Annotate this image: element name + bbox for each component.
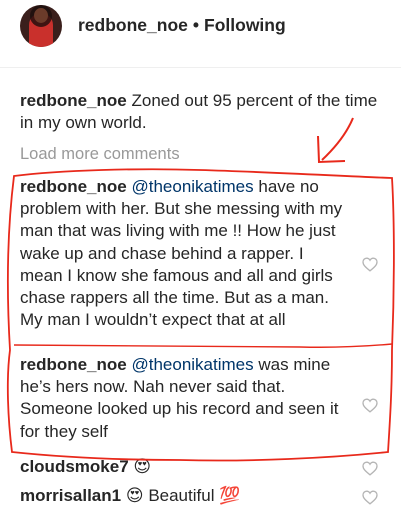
comment-username[interactable]: cloudsmoke7 (20, 457, 129, 476)
comment-item: redbone_noe @theonikatimes was mine he’s… (20, 354, 350, 443)
load-more-comments-link[interactable]: Load more comments (20, 145, 180, 164)
comment-mention[interactable]: @theonikatimes (131, 355, 253, 374)
emoji-heart-eyes: 😍 (133, 457, 152, 476)
annotation-arrow-head (317, 135, 346, 164)
post-caption: redbone_noe Zoned out 95 percent of the … (20, 90, 380, 134)
header-username[interactable]: redbone_noe (78, 15, 188, 35)
follow-status[interactable]: Following (204, 15, 286, 35)
comment-username[interactable]: redbone_noe (20, 355, 127, 374)
comment-item: cloudsmoke7 😍 (20, 456, 350, 478)
annotation-divider (13, 343, 393, 348)
heart-icon[interactable] (362, 490, 378, 505)
heart-icon[interactable] (362, 257, 378, 272)
post-header: redbone_noe • Following (0, 0, 401, 68)
comment-username[interactable]: redbone_noe (20, 177, 127, 196)
header-separator: • (192, 15, 200, 35)
comment-mention[interactable]: @theonikatimes (131, 177, 253, 196)
heart-icon[interactable] (362, 398, 378, 413)
emoji-hundred: 💯 (219, 486, 241, 505)
comment-username[interactable]: morrisallan1 (20, 486, 121, 505)
caption-username[interactable]: redbone_noe (20, 91, 127, 110)
header-text: redbone_noe • Following (78, 15, 286, 36)
profile-avatar[interactable] (20, 5, 62, 47)
emoji-heart-eyes: 😍 (125, 486, 144, 505)
comment-text: Beautiful (148, 486, 215, 505)
comment-item: redbone_noe @theonikatimes have no probl… (20, 176, 350, 331)
comment-item: morrisallan1 😍 Beautiful 💯 (20, 485, 350, 507)
comment-text: have no problem with her. But she messin… (20, 177, 343, 330)
heart-icon[interactable] (362, 461, 378, 476)
avatar-head (34, 8, 48, 23)
